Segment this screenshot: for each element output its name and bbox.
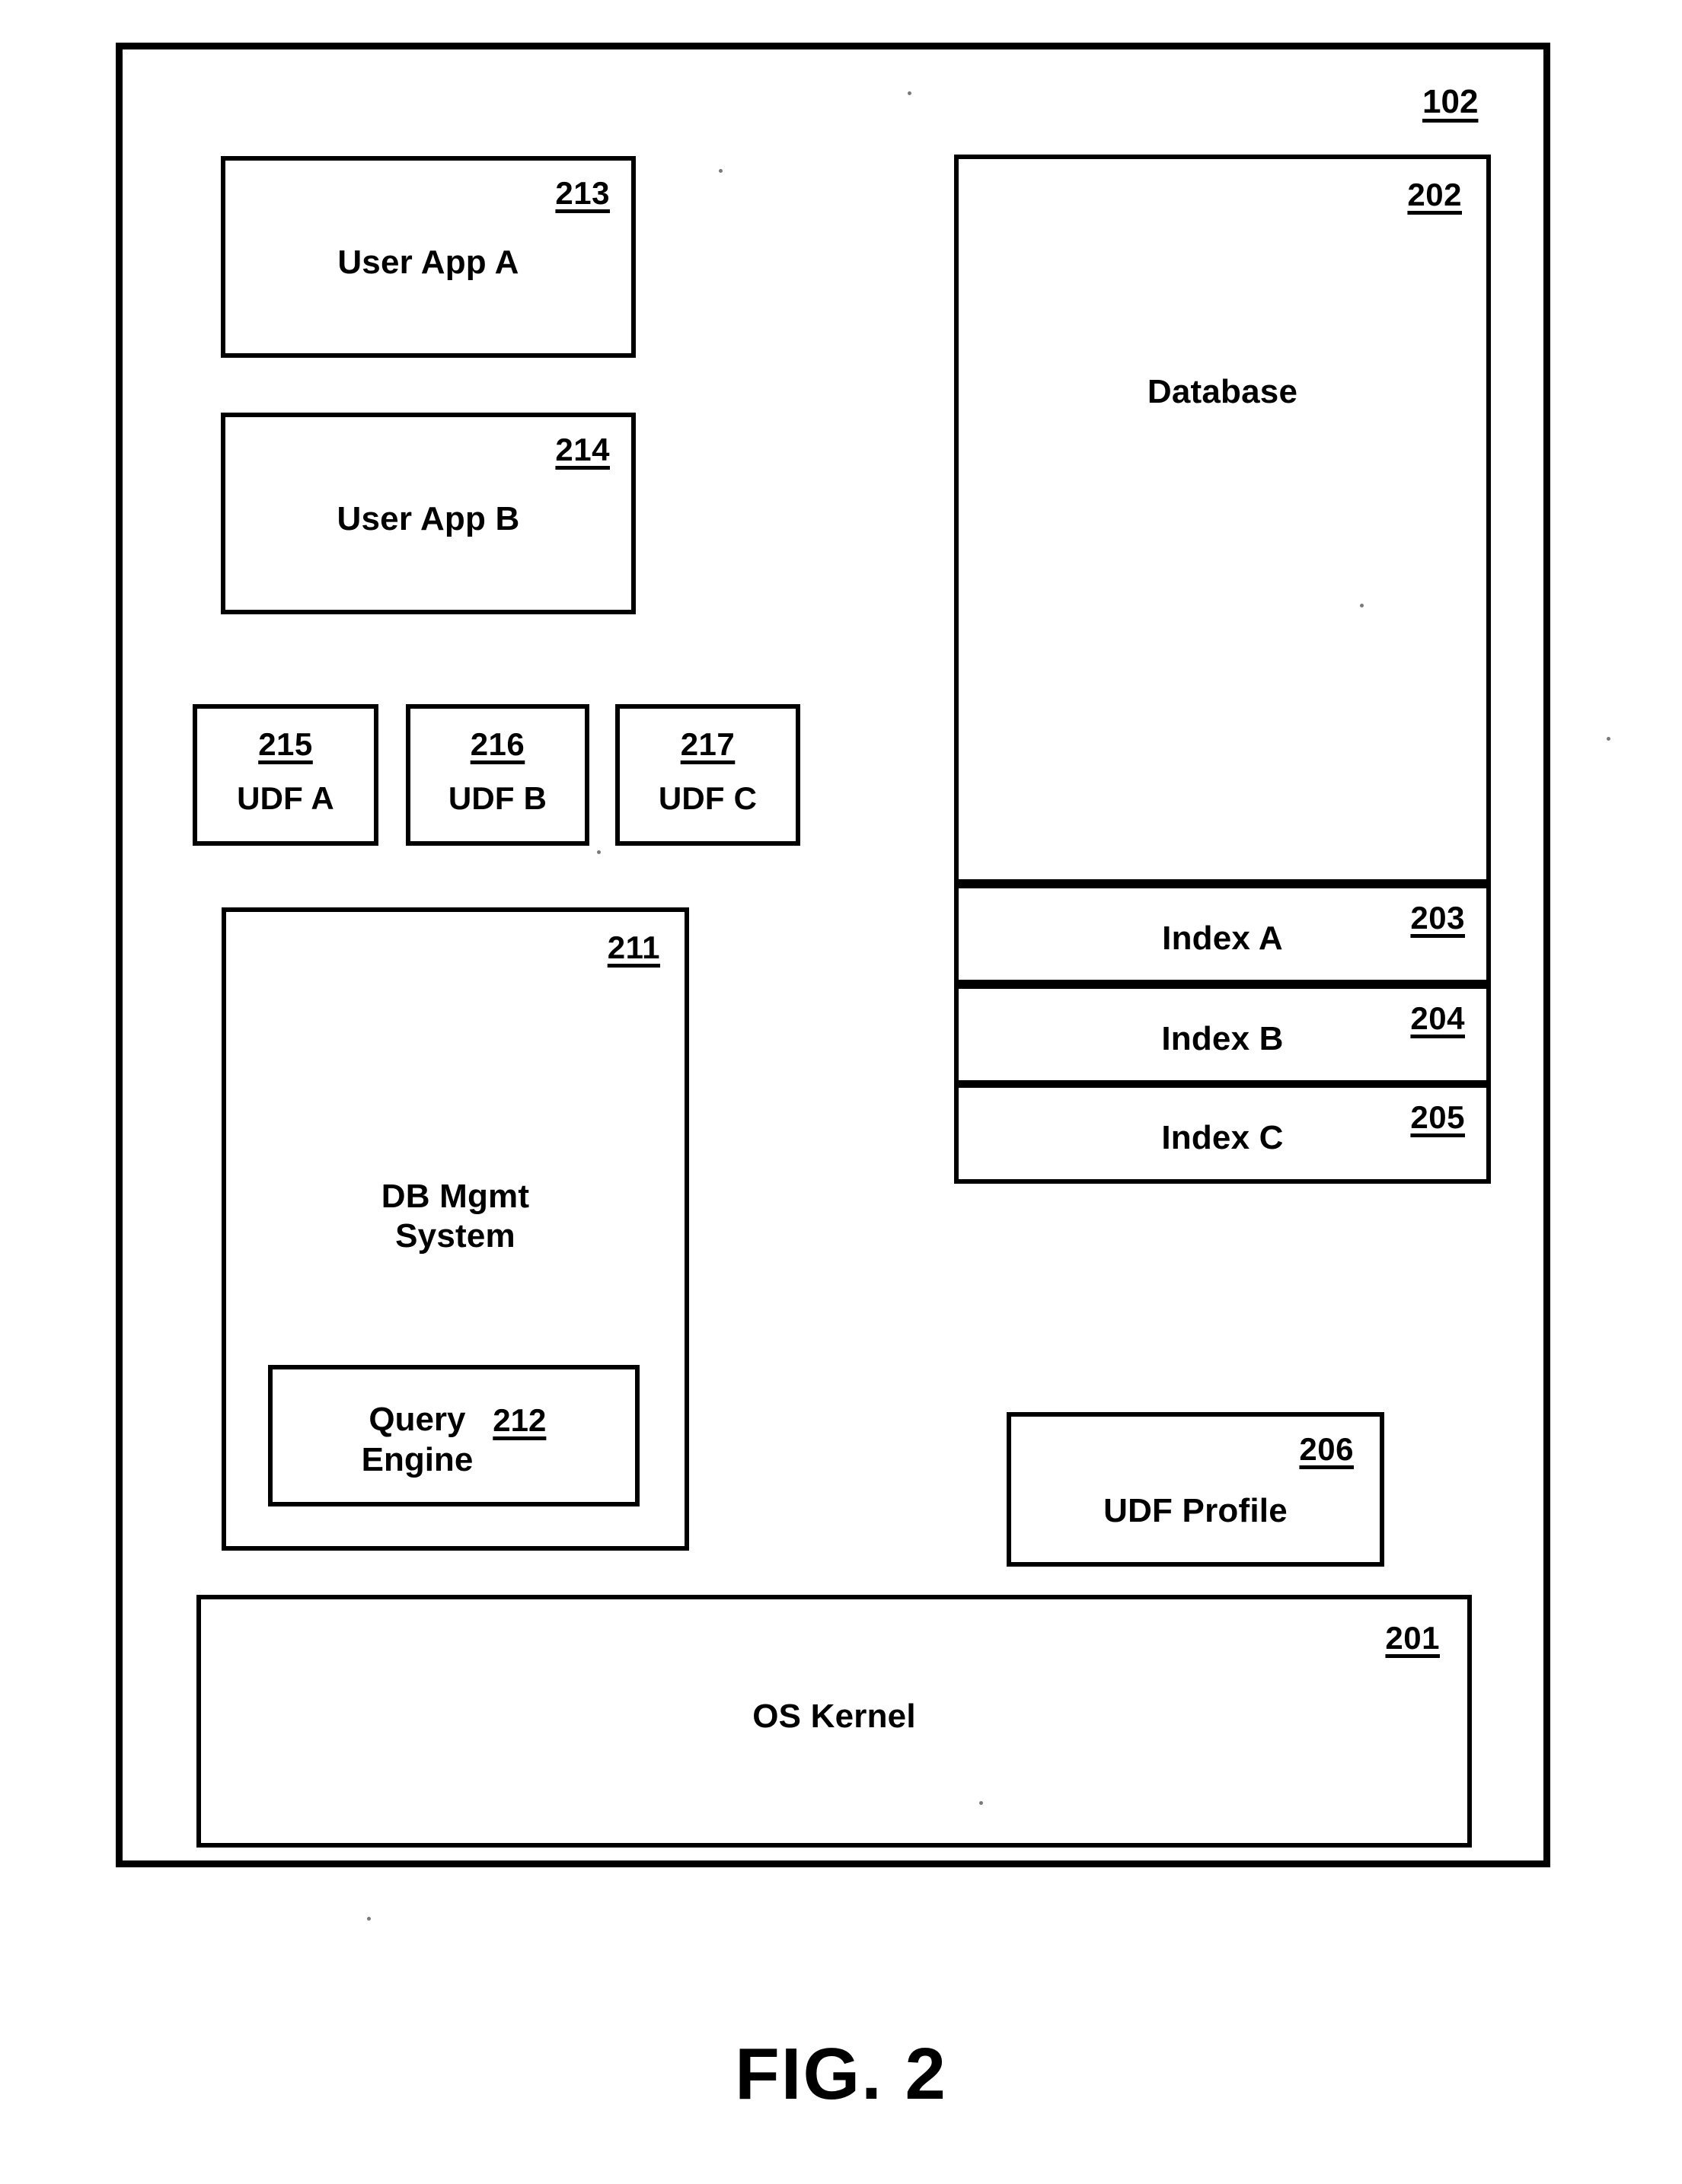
udf-b-label: UDF B	[448, 780, 547, 816]
figure-caption: FIG. 2	[735, 2033, 947, 2115]
database-box: 202 Database	[954, 155, 1491, 884]
user-app-b-ref: 214	[555, 432, 610, 467]
udf-b-ref: 216	[470, 726, 525, 762]
system-frame-ref: 102	[1422, 83, 1479, 120]
os-kernel-box: 201 OS Kernel	[196, 1595, 1472, 1848]
scan-speck	[367, 1917, 371, 1921]
udf-a-box: 215 UDF A	[193, 704, 378, 846]
udf-a-label: UDF A	[237, 780, 334, 816]
udf-c-ref: 217	[680, 726, 736, 762]
user-app-b-label: User App B	[337, 500, 520, 537]
scan-speck	[979, 1801, 983, 1805]
query-engine-label: Query Engine	[361, 1401, 474, 1478]
db-mgmt-system-ref: 211	[607, 929, 660, 965]
database-label: Database	[1147, 373, 1298, 410]
query-engine-content: Query Engine 212	[273, 1400, 635, 1481]
scan-speck	[597, 850, 601, 854]
scan-speck	[1360, 604, 1364, 607]
udf-profile-box: 206 UDF Profile	[1007, 1412, 1384, 1567]
scan-speck	[1607, 737, 1610, 741]
scan-speck	[908, 91, 911, 95]
udf-b-box: 216 UDF B	[406, 704, 589, 846]
user-app-a-box: 213 User App A	[221, 156, 636, 358]
udf-a-ref: 215	[258, 726, 313, 762]
query-engine-ref: 212	[493, 1402, 547, 1438]
os-kernel-label: OS Kernel	[752, 1698, 916, 1735]
index-c-label: Index C	[1161, 1119, 1284, 1156]
os-kernel-ref: 201	[1385, 1620, 1440, 1656]
udf-c-box: 217 UDF C	[615, 704, 800, 846]
index-b-row: 204 Index B	[954, 984, 1491, 1085]
index-c-row: 205 Index C	[954, 1083, 1491, 1184]
udf-profile-label: UDF Profile	[1103, 1492, 1288, 1529]
scan-speck	[719, 169, 723, 173]
udf-c-label: UDF C	[658, 780, 758, 816]
database-ref: 202	[1407, 177, 1462, 212]
user-app-b-box: 214 User App B	[221, 413, 636, 614]
index-a-row: 203 Index A	[954, 884, 1491, 984]
index-b-label: Index B	[1161, 1020, 1284, 1057]
db-mgmt-system-label: DB Mgmt System	[381, 1178, 530, 1255]
user-app-a-label: User App A	[337, 244, 519, 281]
user-app-a-ref: 213	[555, 175, 610, 211]
query-engine-box: Query Engine 212	[268, 1365, 640, 1506]
index-a-label: Index A	[1162, 920, 1283, 957]
figure-page: 102 213 User App A 214 User App B 215 UD…	[0, 0, 1682, 2184]
udf-profile-ref: 206	[1299, 1431, 1354, 1467]
